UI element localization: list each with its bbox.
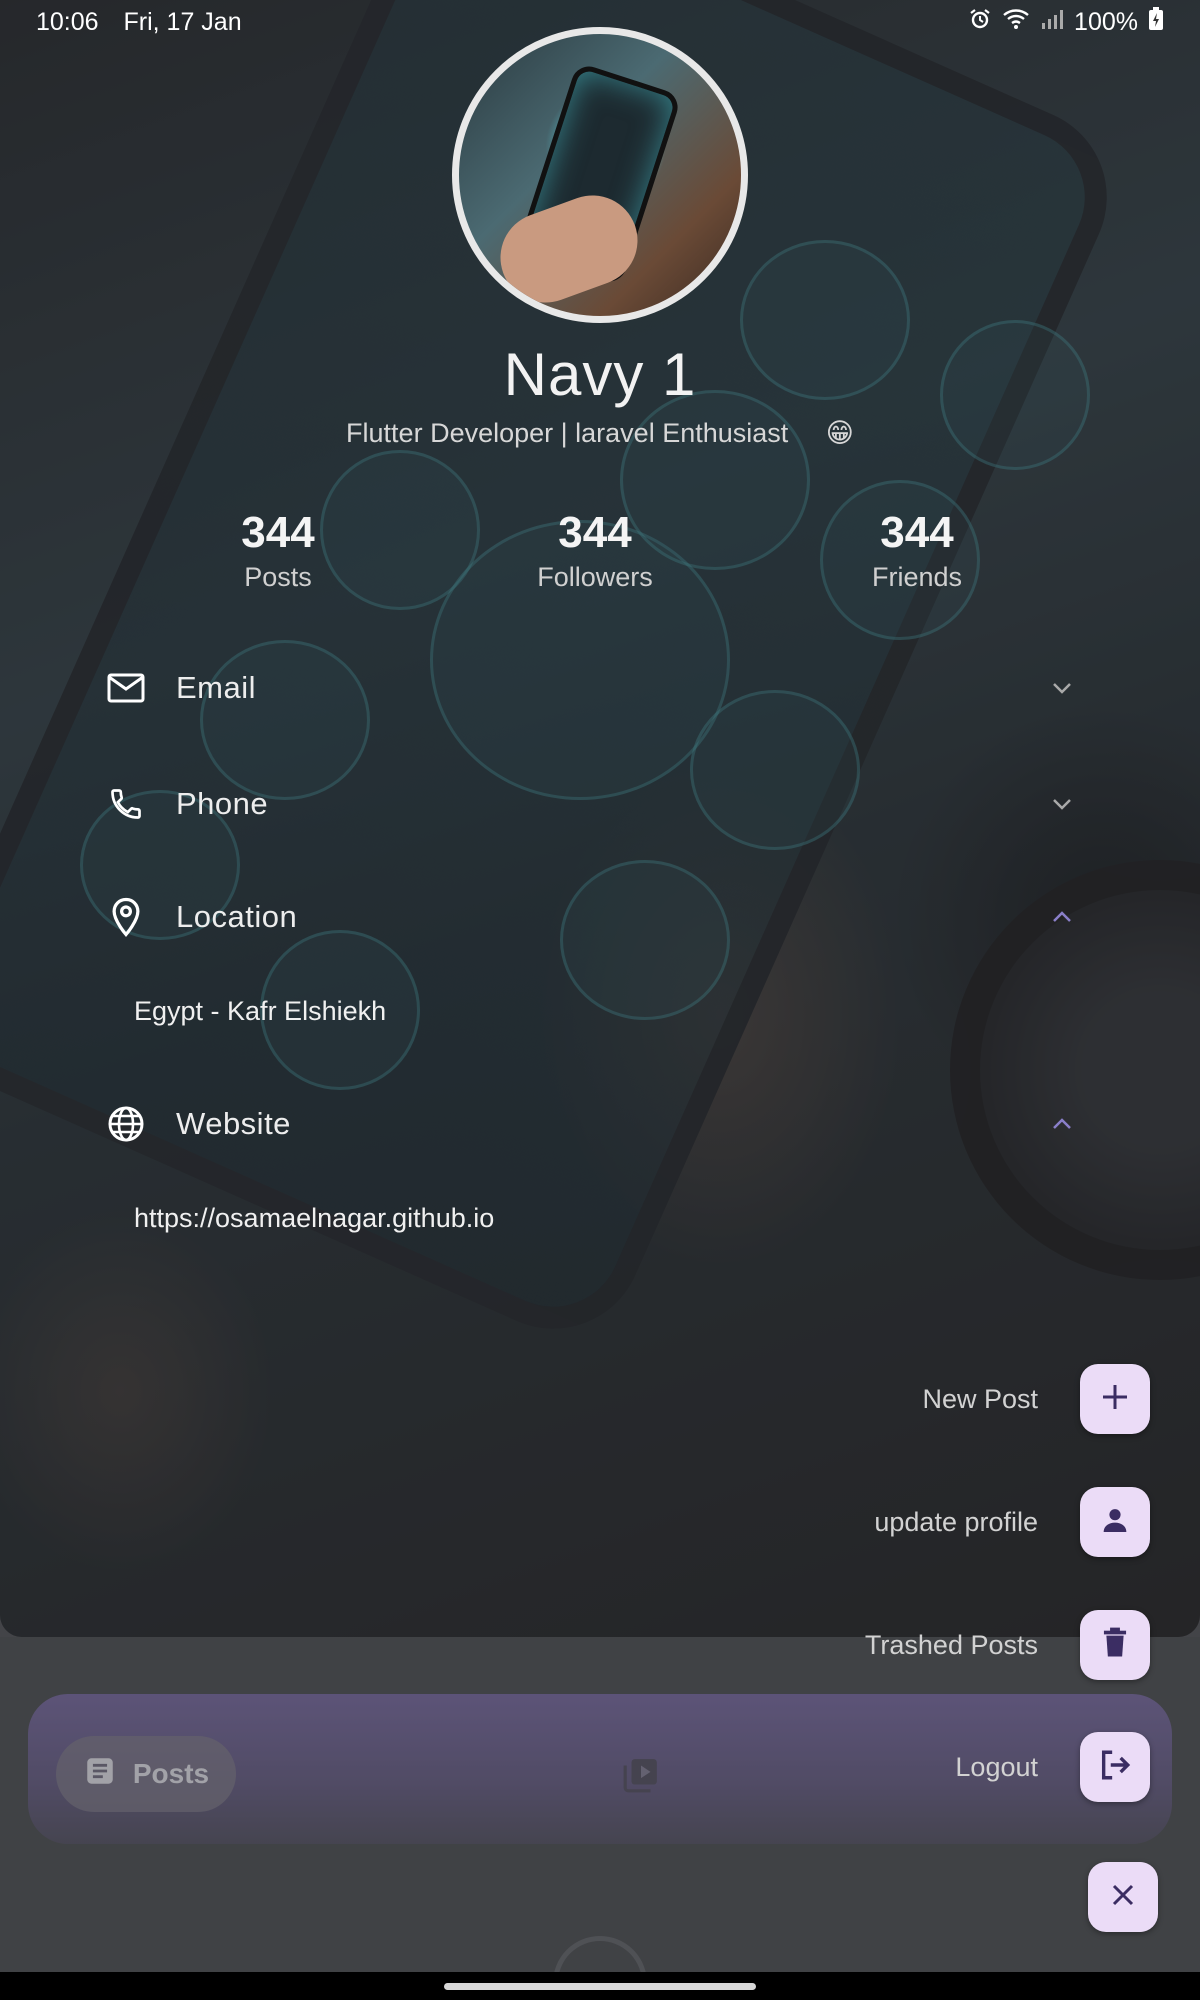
wifi-icon [1002,7,1030,38]
website-expansion-tile[interactable]: Website [104,1094,1084,1154]
profile-name: Navy 1 [503,341,697,408]
new-post-action[interactable]: New Post [922,1364,1150,1434]
stat-followers[interactable]: 344 Followers [495,508,695,593]
status-time: 10:06 [36,7,99,36]
chevron-down-icon [1048,674,1076,707]
logout-label: Logout [955,1751,1038,1782]
trashed-posts-button[interactable] [1080,1610,1150,1680]
phone-icon [104,782,148,826]
trash-icon [1100,1627,1130,1664]
chevron-down-icon [1048,790,1076,823]
stat-posts-count: 344 [241,508,315,557]
email-label: Email [176,670,257,705]
status-date: Fri, 17 Jan [123,7,242,36]
update-profile-button[interactable] [1080,1487,1150,1557]
home-indicator[interactable] [444,1983,756,1990]
battery-level: 100% [1074,7,1138,36]
update-profile-label: update profile [874,1506,1038,1537]
signal-icon [1040,7,1064,38]
trashed-posts-label: Trashed Posts [864,1629,1038,1660]
stat-friends-label: Friends [871,562,963,592]
status-bar: 10:06 Fri, 17 Jan 100% [0,0,1200,44]
mail-icon [104,666,148,710]
location-label: Location [176,899,298,934]
chevron-up-icon [1048,1110,1076,1143]
phone-label: Phone [176,786,269,821]
close-icon [1108,1880,1138,1915]
logout-action[interactable]: Logout [955,1732,1150,1802]
trashed-posts-action[interactable]: Trashed Posts [865,1610,1150,1680]
website-label: Website [176,1106,291,1141]
alarm-icon [968,7,992,38]
new-post-label: New Post [922,1383,1038,1414]
battery-charging-icon [1148,6,1164,38]
logout-button[interactable] [1080,1732,1150,1802]
profile-bio-emoji: 😁 [825,418,854,448]
logout-icon [1098,1748,1132,1787]
plus-icon [1100,1382,1130,1417]
location-expansion-tile[interactable]: Location [104,887,1084,947]
profile-bio-text: Flutter Developer | laravel Enthusiast [346,418,789,448]
email-expansion-tile[interactable]: Email [104,658,1084,718]
website-link[interactable]: https://osamaelnagar.github.io [134,1203,494,1234]
update-profile-action[interactable]: update profile [874,1487,1150,1557]
location-value: Egypt - Kafr Elshiekh [134,996,387,1026]
phone-expansion-tile[interactable]: Phone [104,774,1084,834]
stat-posts[interactable]: 344 Posts [178,508,378,593]
location-pin-icon [104,895,148,939]
globe-icon [104,1102,148,1146]
stat-friends[interactable]: 344 Friends [817,508,1017,593]
stat-followers-count: 344 [558,508,632,557]
stat-followers-label: Followers [537,562,653,592]
stat-friends-count: 344 [880,508,954,557]
close-fab-button[interactable] [1088,1862,1158,1932]
chevron-up-icon [1048,903,1076,936]
new-post-button[interactable] [1080,1364,1150,1434]
person-icon [1099,1504,1131,1541]
profile-bio: Flutter Developer | laravel Enthusiast 😁 [0,418,1200,449]
stat-posts-label: Posts [244,562,312,592]
